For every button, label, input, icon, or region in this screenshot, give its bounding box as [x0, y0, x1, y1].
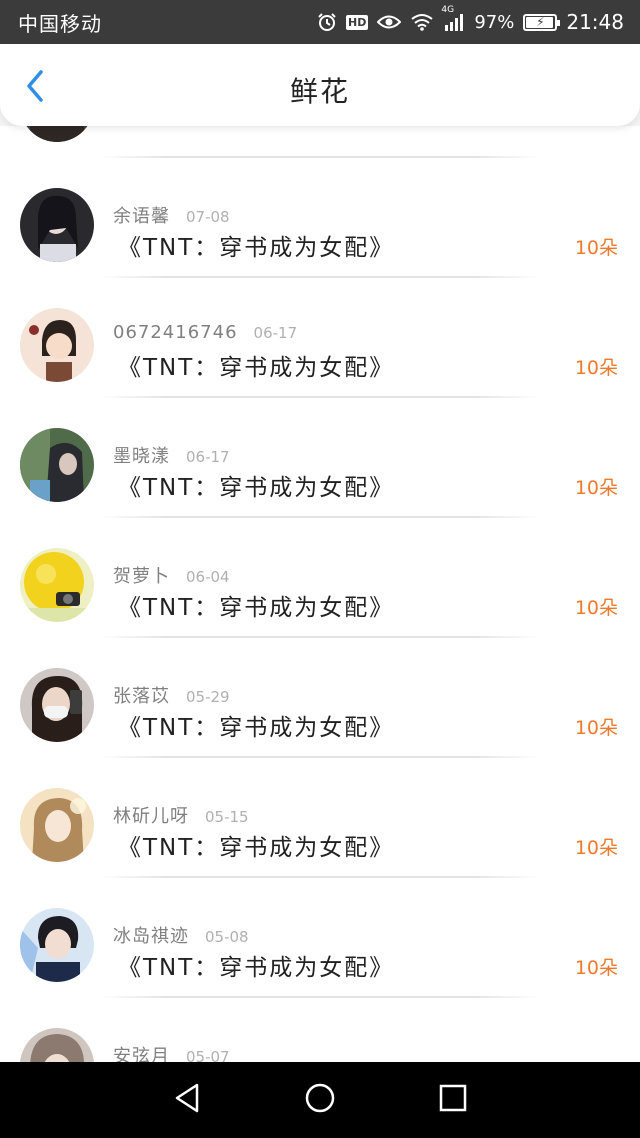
triangle-back-icon: [172, 1082, 202, 1118]
status-icons: HD 4G 97% ⚡ 21:48: [317, 5, 624, 34]
gift-date: 05-08: [205, 928, 249, 946]
charging-bolt-icon: ⚡: [536, 15, 545, 29]
flower-amount: 10朵: [574, 717, 618, 739]
signal-icon: 4G: [441, 5, 465, 31]
avatar: [20, 428, 94, 502]
gift-date: 05-15: [205, 808, 249, 826]
gift-date: 05-07: [186, 1048, 230, 1062]
book-title: 《TNT：穿书成为女配》: [118, 835, 395, 861]
status-bar: 中国移动 HD 4G 97% ⚡ 21:48: [0, 0, 640, 44]
wifi-icon: [410, 13, 434, 31]
flower-gift-list[interactable]: 余语馨 07-08 《TNT：穿书成为女配》 10朵 0672416746 06-1…: [0, 126, 640, 1062]
sender-name: 张落苡 05-29: [113, 686, 230, 707]
flower-amount: 10朵: [574, 597, 618, 619]
flower-amount: 10朵: [574, 837, 618, 859]
system-recents-button[interactable]: [423, 1070, 483, 1130]
list-item[interactable]: 冰岛祺迹 05-08 《TNT：穿书成为女配》 10朵: [0, 878, 640, 998]
sender-name: 贺萝卜 06-04: [113, 566, 230, 587]
sender-name: 冰岛祺迹 05-08: [113, 926, 249, 947]
avatar: [20, 1028, 94, 1062]
list-item[interactable]: 贺萝卜 06-04 《TNT：穿书成为女配》 10朵: [0, 518, 640, 638]
page-title: 鲜花: [289, 75, 350, 108]
list-item[interactable]: 余语馨 07-08 《TNT：穿书成为女配》 10朵: [0, 158, 640, 278]
sender-name: 余语馨 07-08: [113, 206, 230, 227]
gift-date: 06-17: [253, 324, 298, 342]
alarm-icon: [317, 12, 337, 32]
flower-amount: 10朵: [574, 957, 618, 979]
sender-name: 安弦月 05-07: [113, 1042, 230, 1062]
book-title: 《TNT：穿书成为女配》: [118, 955, 395, 981]
book-title: 《TNT：穿书成为女配》: [118, 355, 395, 381]
network-type: 4G: [441, 5, 455, 15]
circle-home-icon: [304, 1082, 336, 1118]
book-title: 《TNT：穿书成为女配》: [118, 595, 395, 621]
avatar: [20, 548, 94, 622]
sender-name: 林斫儿呀 05-15: [113, 806, 249, 827]
system-nav-bar: [0, 1062, 640, 1138]
flower-amount: 10朵: [574, 357, 618, 379]
hd-icon: HD: [346, 14, 369, 30]
avatar: [20, 908, 94, 982]
gift-date: 05-29: [186, 688, 230, 706]
list-item[interactable]: 墨晓漾 06-17 《TNT：穿书成为女配》 10朵: [0, 398, 640, 518]
book-title: 《TNT：穿书成为女配》: [118, 715, 395, 741]
list-item[interactable]: 0672416746 06-17 《TNT：穿书成为女配》 10朵: [0, 278, 640, 398]
list-item[interactable]: 林斫儿呀 05-15 《TNT：穿书成为女配》 10朵: [0, 758, 640, 878]
system-home-button[interactable]: [290, 1070, 350, 1130]
avatar: [20, 788, 94, 862]
avatar: [20, 188, 94, 262]
flower-amount: 10朵: [574, 477, 618, 499]
square-recents-icon: [439, 1084, 467, 1116]
avatar: [20, 308, 94, 382]
book-title: 《TNT：穿书成为女配》: [118, 475, 395, 501]
sender-name: 0672416746 06-17: [113, 322, 298, 343]
app-header: 鲜花: [0, 44, 640, 126]
clock: 21:48: [566, 10, 624, 34]
carrier-label: 中国移动: [18, 11, 102, 36]
list-item[interactable]: 张落苡 05-29 《TNT：穿书成为女配》 10朵: [0, 638, 640, 758]
list-item[interactable]: 安弦月 05-07: [0, 998, 640, 1062]
system-back-button[interactable]: [157, 1070, 217, 1130]
flower-amount: 10朵: [574, 237, 618, 259]
avatar: [20, 126, 94, 142]
eye-icon: [377, 14, 402, 30]
battery-icon: ⚡: [523, 13, 561, 31]
book-title: 《TNT：穿书成为女配》: [118, 235, 395, 261]
list-item[interactable]: [0, 126, 640, 158]
gift-date: 06-04: [186, 568, 230, 586]
sender-name: 墨晓漾 06-17: [113, 446, 230, 467]
avatar: [20, 668, 94, 742]
gift-date: 07-08: [186, 208, 230, 226]
gift-date: 06-17: [186, 448, 230, 466]
battery-percent: 97%: [474, 11, 515, 33]
header-card: 鲜花: [0, 44, 640, 126]
